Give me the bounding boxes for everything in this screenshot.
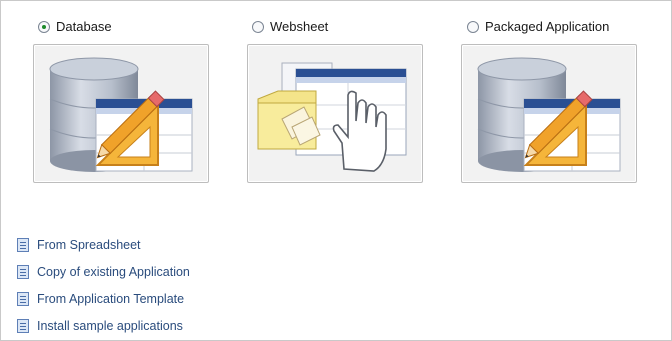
from-application-template-link[interactable]: From Application Template [37, 292, 184, 306]
packaged-application-radio[interactable] [467, 20, 479, 33]
packaged-database-pencil-icon [477, 57, 621, 172]
packaged-radio-row[interactable]: Packaged Application [467, 19, 609, 34]
database-radio[interactable] [38, 20, 50, 33]
database-tile[interactable] [33, 44, 209, 183]
websheet-hand-icon [257, 62, 407, 172]
link-row-copy-existing-application[interactable]: Copy of existing Application [17, 258, 190, 285]
packaged-application-label[interactable]: Packaged Application [485, 19, 609, 34]
link-row-from-application-template[interactable]: From Application Template [17, 285, 190, 312]
document-icon [17, 291, 29, 306]
database-pencil-icon [49, 57, 193, 172]
application-type-panel: Database Websheet Packaged Application F… [0, 0, 672, 341]
websheet-label[interactable]: Websheet [270, 19, 328, 34]
link-row-from-spreadsheet[interactable]: From Spreadsheet [17, 231, 190, 258]
create-from-links: From Spreadsheet Copy of existing Applic… [17, 231, 190, 339]
database-radio-row[interactable]: Database [38, 19, 112, 34]
document-icon [17, 318, 29, 333]
websheet-radio-row[interactable]: Websheet [252, 19, 328, 34]
copy-existing-application-link[interactable]: Copy of existing Application [37, 265, 190, 279]
install-sample-applications-link[interactable]: Install sample applications [37, 319, 183, 333]
websheet-tile[interactable] [247, 44, 423, 183]
link-row-install-sample-applications[interactable]: Install sample applications [17, 312, 190, 339]
from-spreadsheet-link[interactable]: From Spreadsheet [37, 238, 141, 252]
websheet-radio[interactable] [252, 20, 264, 33]
document-icon [17, 264, 29, 279]
packaged-application-tile[interactable] [461, 44, 637, 183]
document-icon [17, 237, 29, 252]
database-label[interactable]: Database [56, 19, 112, 34]
